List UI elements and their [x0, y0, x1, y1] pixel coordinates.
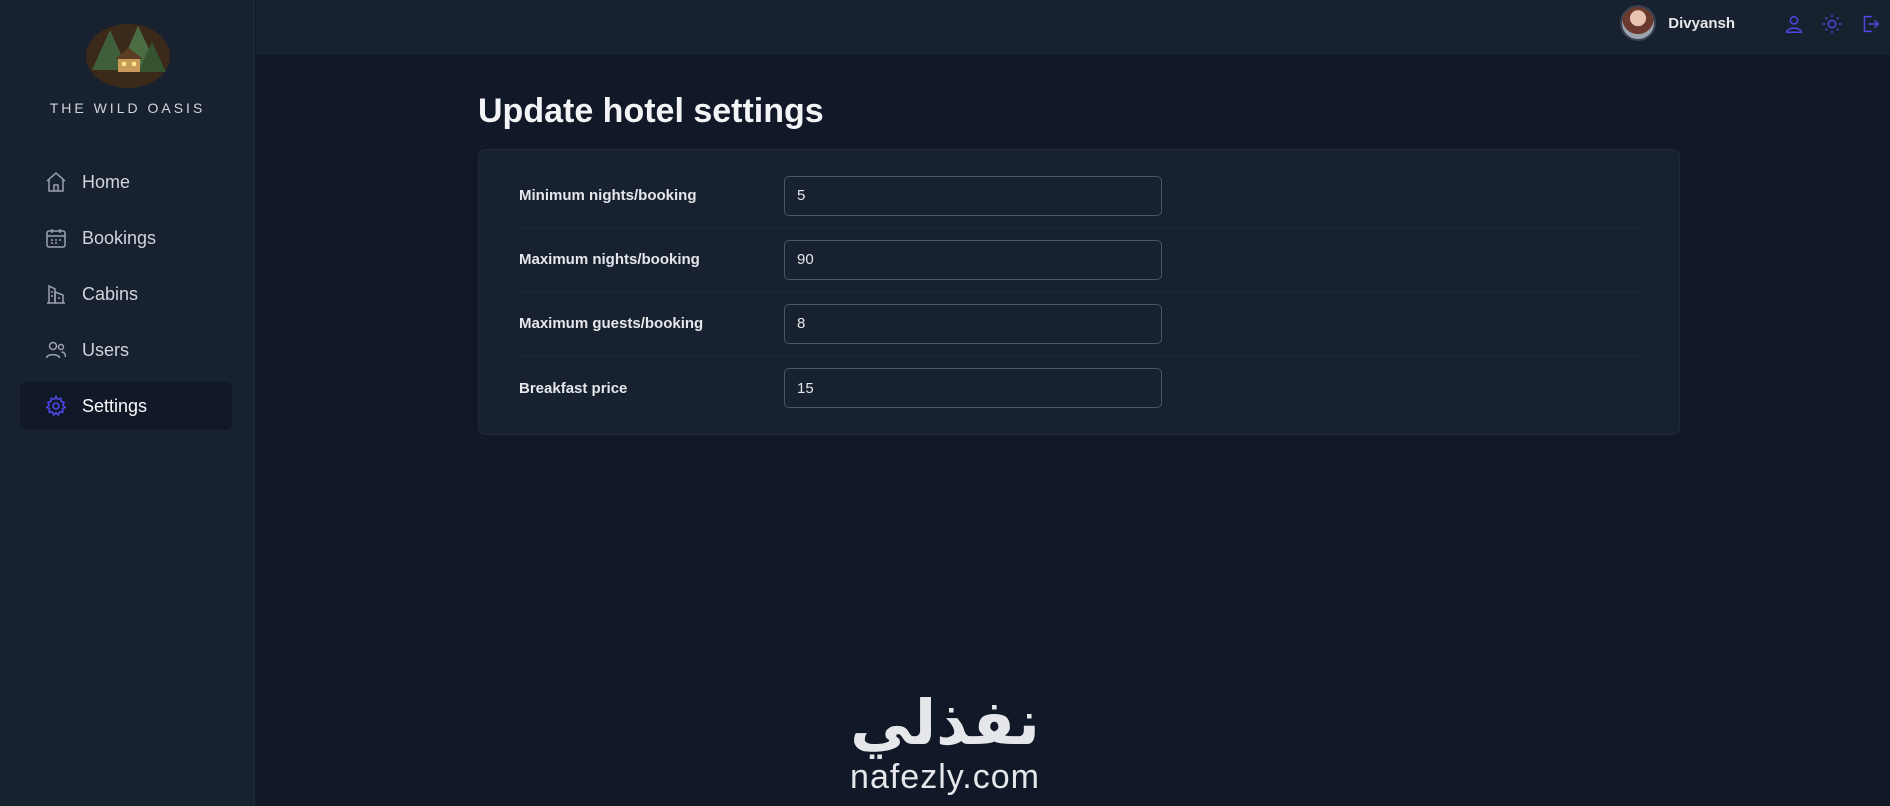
page-title: Update hotel settings [478, 92, 824, 130]
field-label: Minimum nights/booking [519, 187, 697, 204]
breakfast-price-input[interactable] [784, 368, 1162, 408]
min-nights-input[interactable] [784, 175, 1162, 216]
form-row-max-guests: Maximum guests/booking [519, 292, 1639, 356]
avatar [1620, 5, 1657, 41]
sidebar-item-bookings[interactable]: Bookings [20, 214, 232, 262]
settings-form: Minimum nights/booking Maximum nights/bo… [478, 149, 1680, 435]
watermark: نفذلي nafezly.com [830, 690, 1060, 797]
user-icon [1785, 15, 1803, 33]
sidebar: THE WILD OASIS Home Bookings Cabins User… [0, 0, 255, 806]
theme-toggle-button[interactable] [1819, 11, 1845, 37]
user-info: Divyansh [1620, 5, 1735, 41]
logout-icon [1863, 15, 1880, 33]
field-label: Maximum nights/booking [519, 251, 700, 268]
max-guests-input[interactable] [784, 303, 1162, 344]
logo-text: THE WILD OASIS [49, 100, 206, 116]
sidebar-item-label: Cabins [82, 283, 139, 304]
field-label: Breakfast price [519, 379, 628, 397]
building-icon [44, 282, 68, 306]
top-header: Divyansh [256, 0, 1890, 54]
sidebar-item-label: Bookings [82, 227, 157, 248]
logo[interactable]: THE WILD OASIS [0, 20, 255, 116]
sidebar-item-home[interactable]: Home [20, 158, 232, 206]
account-button[interactable] [1781, 11, 1807, 37]
field-label: Maximum guests/booking [519, 315, 704, 332]
form-row-breakfast-price: Breakfast price [519, 356, 1639, 420]
home-icon [44, 170, 68, 194]
user-name: Divyansh [1668, 14, 1735, 32]
sidebar-item-label: Users [82, 339, 130, 360]
gear-icon [44, 394, 68, 418]
watermark-arabic: نفذلي [850, 686, 1040, 759]
main-content: Update hotel settings Minimum nights/boo… [478, 92, 1680, 435]
watermark-latin: nafezly.com [850, 758, 1040, 796]
form-row-min-nights: Minimum nights/booking [519, 164, 1639, 228]
max-nights-input[interactable] [784, 239, 1162, 280]
sidebar-item-users[interactable]: Users [20, 326, 232, 374]
logo-image [85, 24, 170, 88]
sun-icon [1822, 14, 1842, 34]
users-icon [44, 338, 68, 362]
sidebar-item-settings[interactable]: Settings [20, 382, 232, 430]
sidebar-item-cabins[interactable]: Cabins [20, 270, 232, 318]
sidebar-item-label: Home [82, 171, 131, 192]
logout-button[interactable] [1857, 11, 1883, 37]
form-row-max-nights: Maximum nights/booking [519, 228, 1639, 292]
sidebar-item-label: Settings [82, 395, 148, 416]
main-nav: Home Bookings Cabins Users Settings [20, 158, 232, 438]
calendar-icon [44, 226, 68, 250]
